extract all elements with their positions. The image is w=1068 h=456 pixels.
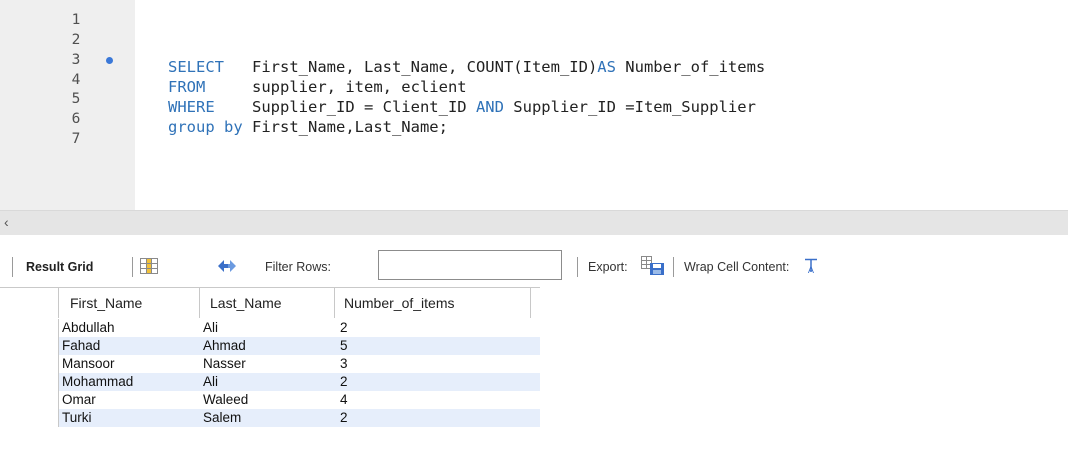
cell-last-name[interactable]: Salem <box>203 409 241 427</box>
cell-first-name[interactable]: Omar <box>62 391 96 409</box>
filter-rows-input[interactable] <box>378 250 562 280</box>
code-text: First_Name, Last_Name, COUNT(Item_ID) <box>252 58 598 76</box>
code-line-where[interactable]: WHERE Supplier_ID = Client_ID AND Suppli… <box>168 98 756 116</box>
wrap-cell-content-icon[interactable]: A <box>804 258 818 274</box>
sql-editor[interactable]: 1 2 3 4 5 6 7 SELECT First_Name, Last_Na… <box>0 0 1068 210</box>
cell-last-name[interactable]: Nasser <box>203 355 246 373</box>
line-number-gutter: 1 2 3 4 5 6 7 <box>0 0 135 210</box>
grid-view-icon[interactable] <box>140 258 158 274</box>
column-header-last-name[interactable]: Last_Name <box>210 288 282 318</box>
code-text: Number_of_items <box>615 58 766 76</box>
toolbar-separator <box>12 257 13 277</box>
toolbar-separator <box>577 257 578 277</box>
cell-number-of-items[interactable]: 4 <box>340 391 348 409</box>
scroll-left-icon[interactable]: ‹ <box>4 213 9 231</box>
cell-last-name[interactable]: Ahmad <box>203 337 246 355</box>
line-number: 4 <box>71 72 81 88</box>
sql-keyword: SELECT <box>168 58 224 76</box>
horizontal-scrollbar[interactable]: ‹ <box>0 210 1068 235</box>
export-icon[interactable] <box>641 256 665 276</box>
line-number: 6 <box>71 111 81 127</box>
table-row[interactable]: Turki Salem 2 <box>0 409 540 427</box>
cell-number-of-items[interactable]: 2 <box>340 409 348 427</box>
code-text: Supplier_ID = Client_ID <box>252 98 476 116</box>
sql-keyword: AND <box>475 98 504 116</box>
sql-keyword: group by <box>168 118 243 136</box>
code-text: First_Name,Last_Name; <box>252 118 448 136</box>
code-text: supplier, item, eclient <box>252 78 467 96</box>
code-text: Supplier_ID =Item_Supplier <box>503 98 756 116</box>
sql-keyword: FROM <box>168 78 206 96</box>
cell-last-name[interactable]: Waleed <box>203 391 248 409</box>
result-grid-tab[interactable]: Result Grid <box>26 260 93 274</box>
wrap-cell-content-label: Wrap Cell Content: <box>684 260 790 274</box>
filter-rows-label: Filter Rows: <box>265 260 331 274</box>
cell-number-of-items[interactable]: 5 <box>340 337 348 355</box>
line-number: 2 <box>71 32 81 48</box>
code-line-from[interactable]: FROM supplier, item, eclient <box>168 78 467 96</box>
column-header-number-of-items[interactable]: Number_of_items <box>344 288 455 318</box>
column-header-first-name[interactable]: First_Name <box>70 288 142 318</box>
result-grid[interactable]: First_Name Last_Name Number_of_items Abd… <box>0 287 540 456</box>
toolbar-separator <box>132 257 133 277</box>
code-line-select[interactable]: SELECT First_Name, Last_Name, COUNT(Item… <box>168 58 765 76</box>
toolbar-separator <box>673 257 674 277</box>
line-number: 5 <box>71 91 81 107</box>
line-number: 7 <box>71 131 81 147</box>
export-label: Export: <box>588 260 628 274</box>
refresh-filter-icon[interactable] <box>216 258 238 274</box>
table-row[interactable]: Mansoor Nasser 3 <box>0 355 540 373</box>
line-number: 3 <box>71 52 81 68</box>
cell-number-of-items[interactable]: 2 <box>340 373 348 391</box>
result-toolbar: Result Grid Filter Rows: Export: Wrap Ce… <box>0 247 1068 287</box>
sql-keyword: WHERE <box>168 98 215 116</box>
cell-first-name[interactable]: Abdullah <box>62 319 115 337</box>
table-row[interactable]: Abdullah Ali 2 <box>0 319 540 337</box>
grid-header-row: First_Name Last_Name Number_of_items <box>0 288 540 318</box>
table-row[interactable]: Omar Waleed 4 <box>0 391 540 409</box>
table-row[interactable]: Mohammad Ali 2 <box>0 373 540 391</box>
cell-first-name[interactable]: Turki <box>62 409 92 427</box>
table-row[interactable]: Fahad Ahmad 5 <box>0 337 540 355</box>
svg-text:A: A <box>808 266 815 274</box>
code-line-group-by[interactable]: group by First_Name,Last_Name; <box>168 118 448 136</box>
cell-last-name[interactable]: Ali <box>203 373 218 391</box>
line-number: 1 <box>71 12 81 28</box>
cell-number-of-items[interactable]: 2 <box>340 319 348 337</box>
cell-last-name[interactable]: Ali <box>203 319 218 337</box>
cell-first-name[interactable]: Mohammad <box>62 373 133 391</box>
sql-keyword: AS <box>597 58 616 76</box>
cell-first-name[interactable]: Mansoor <box>62 355 115 373</box>
cell-first-name[interactable]: Fahad <box>62 337 100 355</box>
breakpoint-dot-icon[interactable] <box>106 57 113 64</box>
cell-number-of-items[interactable]: 3 <box>340 355 348 373</box>
